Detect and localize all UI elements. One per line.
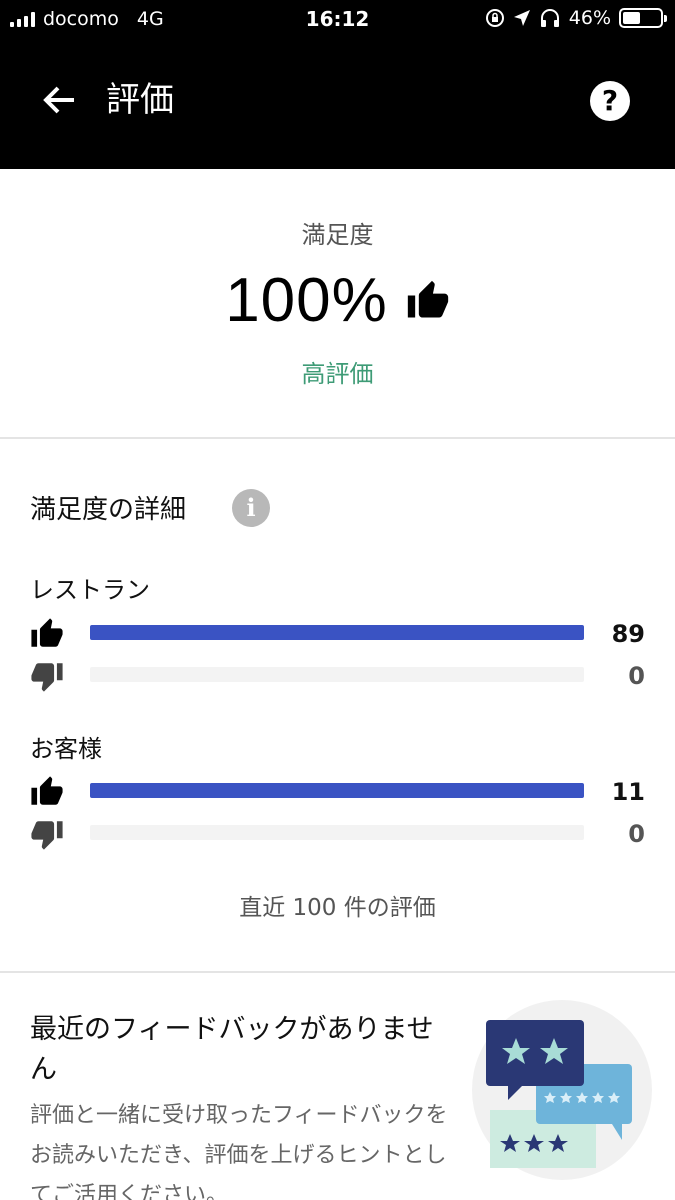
battery-level <box>623 12 640 24</box>
rating-row-customer-up: 11 <box>30 775 650 809</box>
thumbs-up-icon <box>31 776 63 805</box>
status-right: 46% <box>485 7 667 29</box>
satisfaction-value: 100% <box>225 266 388 335</box>
headphones-icon <box>540 9 559 27</box>
info-icon-glyph: i <box>246 493 256 522</box>
feedback-title: 最近のフィードバックがありません <box>30 1014 434 1085</box>
thumbs-up-icon <box>31 618 63 647</box>
rating-bar-fill <box>90 783 584 798</box>
rating-row-customer-down: 0 <box>30 817 650 851</box>
thumbs-down-icon <box>31 821 63 850</box>
app-header: 評価 ? <box>0 38 675 169</box>
group-label-customer: お客様 <box>30 735 102 763</box>
battery-percent: 46% <box>568 7 611 29</box>
satisfaction-summary: 満足度 100% 高評価 <box>0 169 675 438</box>
thumbs-down-icon <box>31 663 63 692</box>
back-button[interactable] <box>38 78 82 122</box>
group-label-restaurant: レストラン <box>30 576 150 604</box>
location-icon <box>513 10 530 26</box>
satisfaction-status: 高評価 <box>301 360 374 388</box>
satisfaction-label: 満足度 <box>301 221 374 249</box>
feedback-body: 評価と一緒に受け取ったフィードバックをお読みいただき、評価を上げるヒントとしてご… <box>30 1103 448 1200</box>
thumbs-up-icon <box>407 280 448 317</box>
rotation-lock-icon <box>485 9 504 27</box>
rating-bar-fill <box>90 625 584 640</box>
divider <box>0 971 675 973</box>
page-title: 評価 <box>106 80 174 120</box>
rating-bar-track <box>90 625 584 640</box>
thumbs-up-count: 89 <box>611 620 645 648</box>
ratings-footnote: 直近 100 件の評価 <box>239 895 436 921</box>
status-bar: docomo 4G 16:12 46% <box>0 0 675 38</box>
rating-bar-track <box>90 783 584 798</box>
rating-row-restaurant-up: 89 <box>30 617 650 651</box>
rating-row-restaurant-down: 0 <box>30 659 650 693</box>
info-icon[interactable]: i <box>232 489 270 527</box>
rating-bar-track <box>90 667 584 682</box>
help-button[interactable]: ? <box>590 81 630 121</box>
satisfaction-value-row: 100% <box>0 265 675 336</box>
feedback-illustration <box>472 1000 652 1180</box>
arrow-left-icon <box>43 86 74 114</box>
thumbs-down-count: 0 <box>628 662 645 690</box>
question-icon: ? <box>601 84 619 117</box>
thumbs-down-count: 0 <box>628 820 645 848</box>
divider <box>0 437 675 439</box>
battery-icon <box>619 8 667 28</box>
rating-bar-track <box>90 825 584 840</box>
details-title: 満足度の詳細 <box>30 495 187 525</box>
thumbs-up-count: 11 <box>611 778 645 806</box>
